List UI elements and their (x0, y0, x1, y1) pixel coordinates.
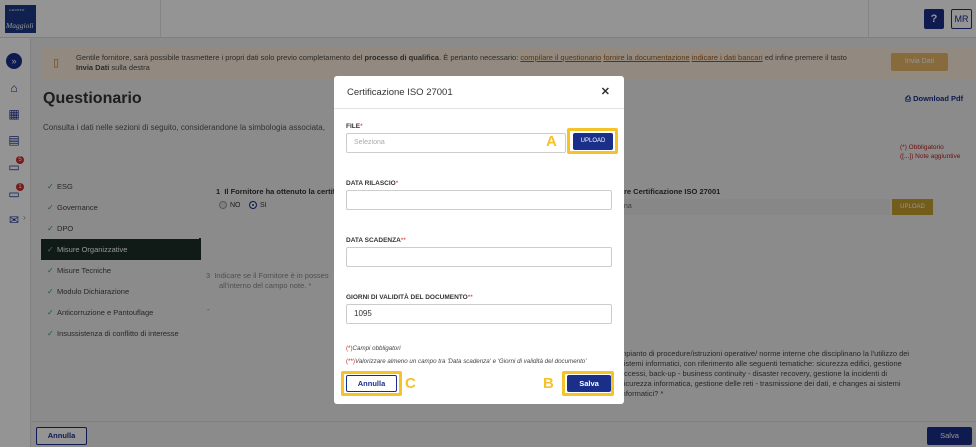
highlight-upload (567, 128, 618, 154)
data-scadenza-input[interactable] (346, 247, 612, 267)
data-scadenza-label: DATA SCADENZA** (346, 237, 406, 244)
file-input[interactable]: Seleziona (346, 133, 566, 153)
highlight-cancel (341, 371, 402, 396)
file-label: FILE* (346, 123, 363, 130)
data-rilascio-input[interactable] (346, 190, 612, 210)
annotation-a: A (546, 133, 557, 150)
modal-divider (334, 108, 624, 109)
form-notes: (*)Campi obbligatori (**)Valorizzare alm… (346, 345, 587, 365)
annotation-b: B (543, 375, 554, 392)
highlight-save (562, 371, 614, 396)
close-icon[interactable]: ✕ (601, 85, 610, 98)
modal-title: Certificazione ISO 27001 (347, 87, 453, 98)
giorni-validita-label: GIORNI DI VALIDITÀ DEL DOCUMENTO** (346, 294, 473, 301)
annotation-c: C (405, 375, 416, 392)
giorni-validita-input[interactable]: 1095 (346, 304, 612, 324)
certificate-modal: Certificazione ISO 27001 ✕ FILE* Selezio… (334, 76, 624, 404)
data-rilascio-label: DATA RILASCIO* (346, 180, 399, 187)
